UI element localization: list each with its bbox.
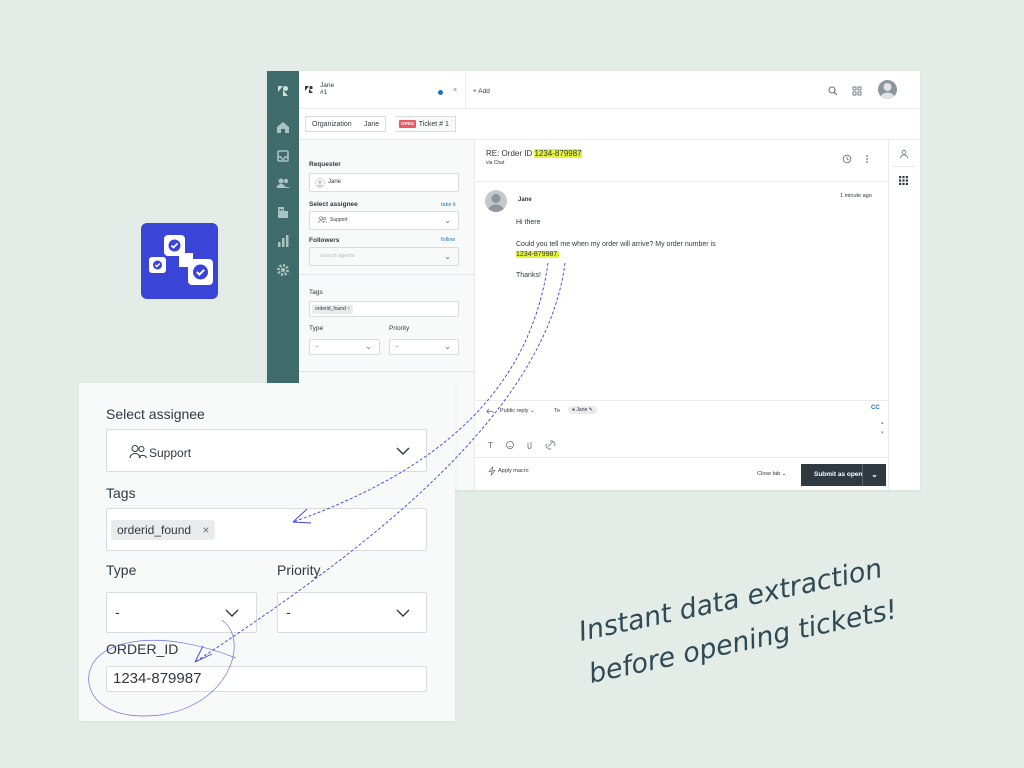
order-id-circle (88, 619, 237, 717)
arrow-head (194, 645, 213, 663)
arrow-to-order-id (194, 262, 566, 663)
arrow-to-tags (292, 262, 549, 523)
handwritten-caption: Instant data extraction before opening t… (576, 555, 900, 690)
